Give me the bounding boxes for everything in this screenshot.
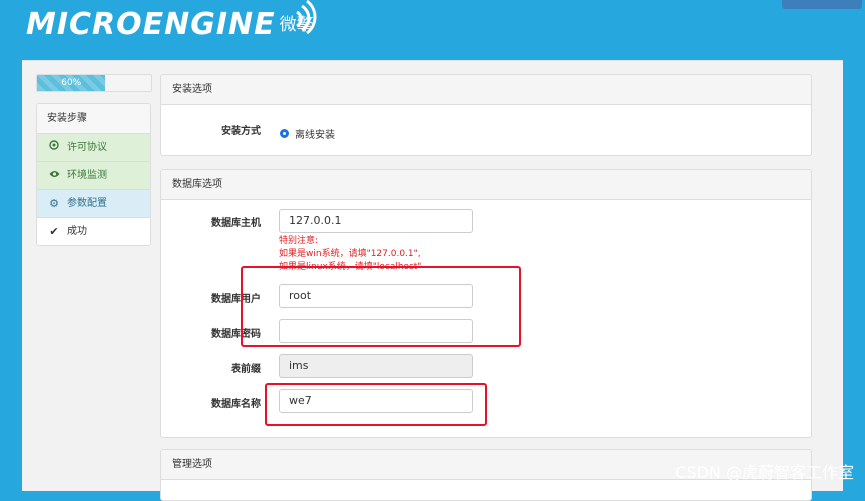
step-config: ⚙ 参数配置 (37, 190, 150, 218)
section-title: 安装选项 (161, 75, 811, 105)
gear-icon: ⚙ (49, 197, 59, 210)
steps-title: 安装步骤 (37, 104, 150, 134)
wifi-wave-icon (296, 0, 317, 34)
step-success: ✔ 成功 (37, 218, 150, 245)
step-label: 参数配置 (67, 198, 107, 209)
install-method-label: 安装方式 (221, 126, 261, 137)
progress-bar: 60% (36, 74, 152, 92)
progress-fill: 60% (37, 75, 106, 91)
notice-line: 特别注意: (279, 236, 319, 246)
offline-install-radio[interactable]: 离线安装 (280, 126, 335, 141)
check-icon: ✔ (49, 225, 59, 238)
step-label: 成功 (67, 226, 87, 237)
install-steps-panel: 安装步骤 许可协议 环境监测 ⚙ 参数配置 ✔ 成功 (36, 103, 151, 246)
header-button[interactable] (782, 0, 862, 9)
eye-icon (47, 162, 61, 189)
step-environment: 环境监测 (37, 162, 150, 190)
radio-label: 离线安装 (295, 130, 335, 141)
watermark: CSDN @虎蔚智客工作室 (675, 463, 854, 482)
step-label: 环境监测 (67, 170, 107, 181)
annotation-box-credentials (241, 266, 521, 347)
notice-line: 如果是win系统，请填"127.0.0.1", (279, 249, 421, 259)
step-label: 许可协议 (67, 142, 107, 153)
copyright-icon (47, 134, 61, 161)
section-title: 数据库选项 (161, 170, 811, 200)
db-host-input[interactable]: 127.0.0.1 (279, 209, 473, 233)
db-name-label: 数据库名称 (211, 399, 261, 410)
table-prefix-label: 表前缀 (231, 364, 261, 375)
annotation-box-db-name (265, 383, 487, 426)
logo: MICROENGINE 微擎 (26, 8, 314, 42)
install-options-section: 安装选项 安装方式 离线安装 (160, 74, 812, 156)
table-prefix-input[interactable]: ims (279, 354, 473, 378)
db-host-label: 数据库主机 (211, 218, 261, 229)
radio-selected-icon[interactable] (280, 129, 289, 138)
logo-text: MICROENGINE (26, 7, 276, 42)
step-license: 许可协议 (37, 134, 150, 162)
